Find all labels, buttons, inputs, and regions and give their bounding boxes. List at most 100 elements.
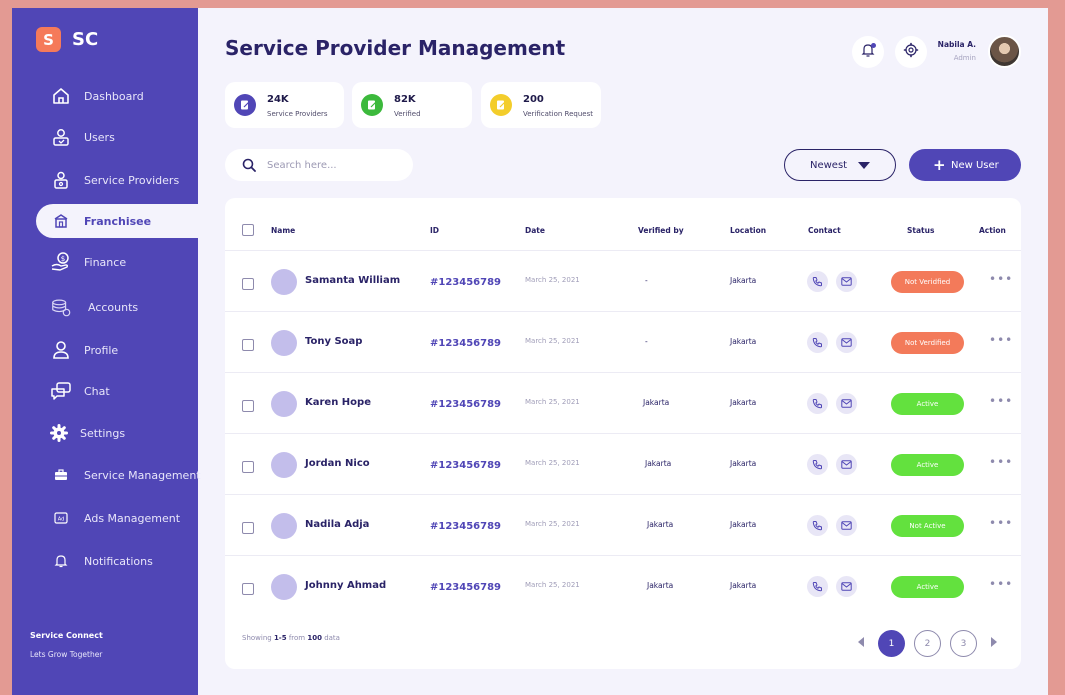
call-button[interactable] [807, 271, 828, 292]
sidebar-item-accounts[interactable]: Accounts [12, 290, 198, 324]
email-button[interactable] [836, 454, 857, 475]
page-button[interactable]: 2 [914, 630, 941, 657]
row-name[interactable]: Samanta William [305, 275, 400, 286]
sidebar-item-label: Service Providers [84, 173, 180, 187]
phone-icon [812, 399, 822, 409]
row-checkbox[interactable] [242, 339, 254, 351]
email-button[interactable] [836, 515, 857, 536]
users-icon [50, 126, 72, 148]
sidebar-item-franchisee[interactable]: Franchisee [36, 204, 198, 238]
row-checkbox[interactable] [242, 461, 254, 473]
email-button[interactable] [836, 393, 857, 414]
mail-icon [841, 460, 852, 469]
user-name: Nabila A. [937, 40, 976, 49]
sidebar-item-dashboard[interactable]: Dashboard [12, 79, 198, 113]
email-button[interactable] [836, 332, 857, 353]
page-button[interactable]: 1 [878, 630, 905, 657]
page-button[interactable]: 3 [950, 630, 977, 657]
table-row[interactable]: Karen Hope #123456789 March 25, 2021 Jak… [225, 372, 1021, 433]
column-header[interactable]: Verified by [638, 226, 684, 235]
column-header[interactable]: Name [271, 226, 295, 235]
more-actions-icon[interactable]: ••• [989, 395, 1013, 407]
phone-icon [812, 460, 822, 470]
service-provider-icon [50, 169, 72, 191]
row-id: #123456789 [430, 277, 502, 288]
table-row[interactable]: Nadila Adja #123456789 March 25, 2021 Ja… [225, 494, 1021, 555]
showing-suffix: data [321, 634, 340, 642]
row-name[interactable]: Johnny Ahmad [305, 580, 386, 591]
more-actions-icon[interactable]: ••• [989, 517, 1013, 529]
showing-range: 1-5 [273, 634, 287, 642]
stat-label: Verification Request [523, 110, 593, 118]
previous-page-icon[interactable] [858, 637, 864, 647]
sidebar-item-label: Finance [84, 255, 127, 269]
more-actions-icon[interactable]: ••• [989, 456, 1013, 468]
sort-dropdown[interactable]: Newest [784, 149, 896, 181]
sidebar-item-service-providers[interactable]: Service Providers [12, 163, 198, 197]
status-badge: Not Active [891, 515, 964, 537]
more-actions-icon[interactable]: ••• [989, 578, 1013, 590]
gear-icon [903, 42, 919, 62]
sidebar-item-ads-management[interactable]: Ad Ads Management [12, 501, 198, 535]
stat-card-verification-request: 200 Verification Request [481, 82, 601, 128]
showing-prefix: Showing [242, 634, 274, 642]
stat-card-verified: 82K Verified [352, 82, 472, 128]
table-row[interactable]: Samanta William #123456789 March 25, 202… [225, 250, 1021, 311]
user-role: Admin [953, 54, 976, 62]
footer-title: Service Connect [30, 631, 103, 640]
sidebar-item-finance[interactable]: $ Finance [12, 245, 198, 279]
table-row[interactable]: Johnny Ahmad #123456789 March 25, 2021 J… [225, 555, 1021, 616]
column-header[interactable]: Date [525, 226, 545, 235]
table-row[interactable]: Jordan Nico #123456789 March 25, 2021 Ja… [225, 433, 1021, 494]
more-actions-icon[interactable]: ••• [989, 334, 1013, 346]
sidebar-item-chat[interactable]: Chat [12, 374, 198, 408]
row-name[interactable]: Karen Hope [305, 397, 371, 408]
column-header[interactable]: ID [430, 226, 439, 235]
select-all-checkbox[interactable] [242, 224, 254, 236]
bell-icon [50, 550, 72, 572]
call-button[interactable] [807, 454, 828, 475]
row-location: Jakarta [730, 520, 757, 529]
row-checkbox[interactable] [242, 400, 254, 412]
call-button[interactable] [807, 393, 828, 414]
column-header[interactable]: Location [730, 226, 766, 235]
row-checkbox[interactable] [242, 278, 254, 290]
stat-value: 82K [394, 94, 416, 105]
sort-dropdown-label: Newest [810, 159, 848, 171]
email-button[interactable] [836, 271, 857, 292]
call-button[interactable] [807, 515, 828, 536]
sidebar-item-notifications[interactable]: Notifications [12, 544, 198, 578]
call-button[interactable] [807, 332, 828, 353]
call-button[interactable] [807, 576, 828, 597]
sidebar-item-settings[interactable]: Settings [12, 416, 198, 450]
new-user-button[interactable]: + New User [909, 149, 1021, 181]
showing-total: 100 [307, 634, 322, 642]
notification-button[interactable] [852, 36, 884, 68]
next-page-icon[interactable] [991, 637, 997, 647]
row-location: Jakarta [730, 337, 757, 346]
sidebar-footer: Service Connect Lets Grow Together [30, 631, 103, 659]
row-name[interactable]: Nadila Adja [305, 519, 369, 530]
sidebar-item-profile[interactable]: Profile [12, 333, 198, 367]
brand[interactable]: S SC [36, 27, 98, 52]
settings-button[interactable] [895, 36, 927, 68]
profile-icon [50, 339, 72, 361]
data-table: Name ID Date Verified by Location Contac… [225, 198, 1021, 669]
column-header: Action [979, 226, 1006, 235]
avatar [271, 452, 297, 478]
sidebar-item-users[interactable]: Users [12, 120, 198, 154]
row-checkbox[interactable] [242, 583, 254, 595]
row-checkbox[interactable] [242, 522, 254, 534]
email-button[interactable] [836, 576, 857, 597]
sidebar-item-service-management[interactable]: Service Management [12, 458, 201, 492]
user-avatar[interactable] [988, 35, 1021, 68]
mail-icon [841, 521, 852, 530]
search-input[interactable] [267, 157, 397, 173]
column-header[interactable]: Status [907, 226, 934, 235]
table-row[interactable]: Tony Soap #123456789 March 25, 2021 - Ja… [225, 311, 1021, 372]
svg-text:$: $ [61, 255, 65, 263]
more-actions-icon[interactable]: ••• [989, 273, 1013, 285]
row-name[interactable]: Tony Soap [305, 336, 362, 347]
row-name[interactable]: Jordan Nico [305, 458, 370, 469]
avatar [271, 269, 297, 295]
